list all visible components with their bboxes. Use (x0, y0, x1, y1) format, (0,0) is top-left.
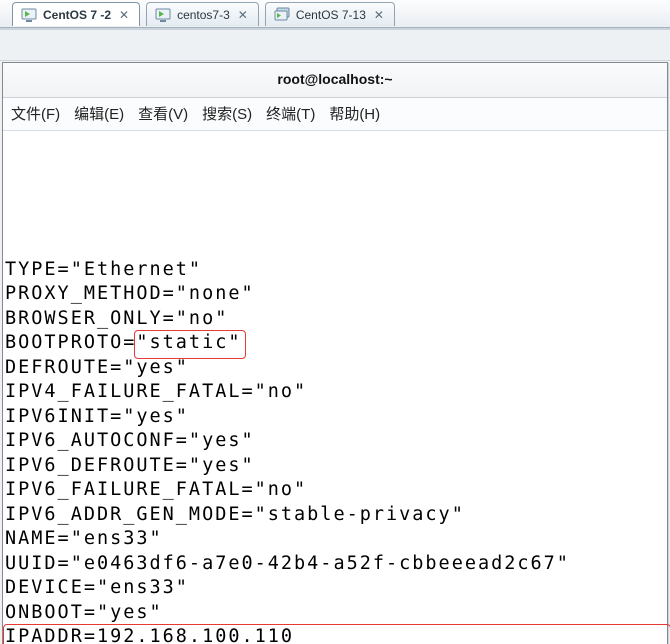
terminal-window: root@localhost:~ 文件(F) 编辑(E) 查看(V) 搜索(S) 终端(… (2, 62, 668, 644)
vm-tabstrip: CentOS 7 -2 ✕ centos7-3 ✕ CentOS 7-13 ✕ (0, 0, 670, 28)
config-line: IPV6_DEFROUTE="yes" (5, 454, 665, 479)
terminal-menu-item[interactable]: 帮助(H) (329, 103, 380, 124)
close-icon[interactable]: ✕ (117, 9, 131, 21)
window-spacer (0, 30, 670, 61)
vm-tab[interactable]: centos7-3 ✕ (146, 2, 259, 26)
vm-icon (274, 7, 290, 23)
vm-tab[interactable]: CentOS 7-13 ✕ (265, 2, 395, 26)
config-line: PROXY_METHOD="none" (5, 282, 665, 307)
vm-tab-label: centos7-3 (177, 8, 230, 22)
terminal-menu-item[interactable]: 终端(T) (266, 103, 315, 124)
terminal-body[interactable]: https://blog.csdn.net/XuMin6 TYPE="Ether… (3, 131, 667, 644)
config-line: IPADDR=192.168.100.110 (5, 625, 665, 644)
config-line: ONBOOT="yes" (5, 601, 665, 626)
terminal-titlebar: root@localhost:~ (3, 63, 667, 98)
vm-tab-label: CentOS 7-13 (296, 8, 366, 22)
config-line: NAME="ens33" (5, 527, 665, 552)
close-icon[interactable]: ✕ (372, 9, 386, 21)
terminal-menubar: 文件(F) 编辑(E) 查看(V) 搜索(S) 终端(T) 帮助(H) (3, 98, 667, 131)
terminal-menu-item[interactable]: 搜索(S) (202, 103, 252, 124)
terminal-menu-item[interactable]: 文件(F) (11, 103, 60, 124)
config-line: BOOTPROTO="static" (5, 331, 665, 356)
config-line: UUID="e0463df6-a7e0-42b4-a52f-cbbeeead2c… (5, 552, 665, 577)
config-line: TYPE="Ethernet" (5, 258, 665, 283)
config-line: IPV6_ADDR_GEN_MODE="stable-privacy" (5, 503, 665, 528)
vm-icon (155, 7, 171, 23)
config-line: IPV6INIT="yes" (5, 405, 665, 430)
config-line: IPV6_AUTOCONF="yes" (5, 429, 665, 454)
config-line: DEVICE="ens33" (5, 576, 665, 601)
vm-tab[interactable]: CentOS 7 -2 ✕ (12, 2, 140, 26)
config-line: IPV6_FAILURE_FATAL="no" (5, 478, 665, 503)
config-line: DEFROUTE="yes" (5, 356, 665, 381)
close-icon[interactable]: ✕ (236, 9, 250, 21)
terminal-title: root@localhost:~ (277, 71, 392, 87)
vm-tab-label: CentOS 7 -2 (43, 8, 111, 22)
config-line: IPV4_FAILURE_FATAL="no" (5, 380, 665, 405)
config-line: BROWSER_ONLY="no" (5, 307, 665, 332)
terminal-menu-item[interactable]: 查看(V) (138, 103, 188, 124)
vm-icon (21, 7, 37, 23)
terminal-menu-item[interactable]: 编辑(E) (74, 103, 124, 124)
